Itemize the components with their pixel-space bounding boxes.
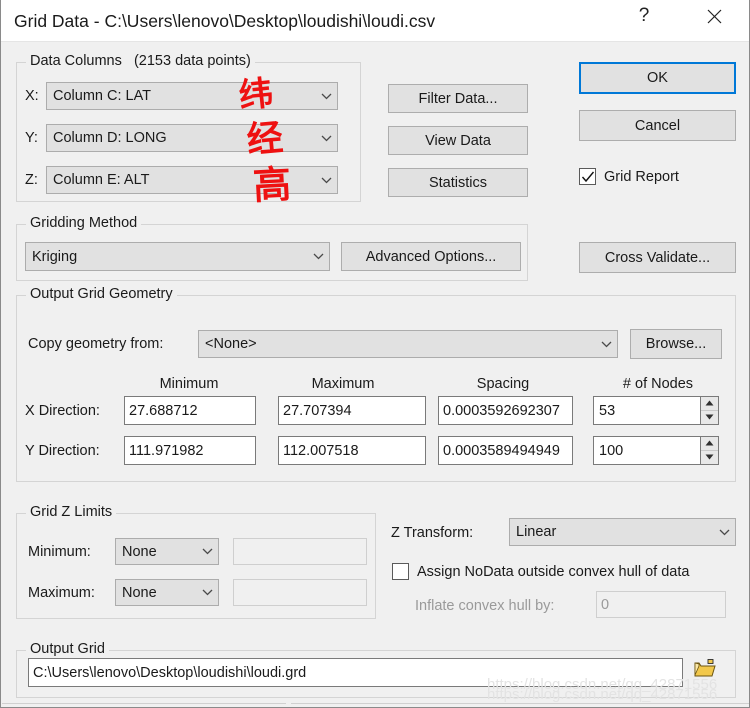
grid-report-checkbox[interactable]: Grid Report xyxy=(579,168,679,185)
z-maximum-label: Maximum: xyxy=(28,585,95,601)
chevron-down-icon xyxy=(315,177,337,184)
grid-report-label: Grid Report xyxy=(604,168,679,185)
advanced-options-button[interactable]: Advanced Options... xyxy=(341,242,521,271)
ok-button[interactable]: OK xyxy=(579,62,736,94)
z-minimum-mode-value: None xyxy=(122,543,157,560)
window-title: Grid Data - C:\Users\lenovo\Desktop\loud… xyxy=(14,11,436,31)
column-header-nodes: # of Nodes xyxy=(622,376,694,392)
gridding-method-value: Kriging xyxy=(32,248,78,265)
cancel-button[interactable]: Cancel xyxy=(579,110,736,141)
data-columns-group-title: Data Columns (2153 data points) xyxy=(26,53,255,69)
x-column-value: Column C: LAT xyxy=(53,88,152,104)
chevron-down-icon xyxy=(307,253,329,260)
x-column-label: X: xyxy=(25,88,39,104)
output-grid-group-title: Output Grid xyxy=(26,641,109,657)
z-maximum-value-input[interactable] xyxy=(233,579,367,606)
help-button[interactable]: ? xyxy=(621,0,667,32)
x-direction-label: X Direction: xyxy=(25,403,100,419)
y-column-value: Column D: LONG xyxy=(53,130,167,146)
chevron-down-icon xyxy=(713,529,735,536)
y-maximum-input[interactable]: 112.007518 xyxy=(278,436,426,465)
z-maximum-mode-value: None xyxy=(122,584,157,601)
copy-geometry-label: Copy geometry from: xyxy=(28,336,164,352)
chevron-down-icon xyxy=(315,93,337,100)
assign-nodata-checkbox-box[interactable] xyxy=(392,563,409,580)
y-spacing-input[interactable]: 0.0003589494949 xyxy=(438,436,573,465)
y-nodes-spin-buttons[interactable] xyxy=(700,436,719,465)
bottom-divider-right xyxy=(291,703,749,704)
z-transform-value: Linear xyxy=(516,524,557,540)
z-transform-label: Z Transform: xyxy=(391,525,474,541)
cross-validate-button[interactable]: Cross Validate... xyxy=(579,242,736,273)
caret-up-icon xyxy=(705,400,714,406)
z-column-combo[interactable]: Column E: ALT xyxy=(46,166,338,194)
caret-down-icon xyxy=(705,454,714,460)
caret-up-icon xyxy=(705,440,714,446)
gridding-method-combo[interactable]: Kriging xyxy=(25,242,330,271)
z-minimum-mode-combo[interactable]: None xyxy=(115,538,219,565)
z-minimum-label: Minimum: xyxy=(28,544,91,560)
column-header-maximum: Maximum xyxy=(311,376,375,392)
x-nodes-spin-buttons[interactable] xyxy=(700,396,719,425)
inflate-convex-hull-input[interactable]: 0 xyxy=(596,591,726,618)
y-column-combo[interactable]: Column D: LONG xyxy=(46,124,338,152)
watermark-text-lower: https://blog.csdn.net/qq_42871556 xyxy=(487,686,718,703)
y-nodes-spin-up[interactable] xyxy=(701,437,718,451)
close-icon xyxy=(707,9,722,24)
x-maximum-input[interactable]: 27.707394 xyxy=(278,396,426,425)
bottom-divider-left xyxy=(2,703,286,704)
y-nodes-spin-down[interactable] xyxy=(701,450,718,464)
z-column-value: Column E: ALT xyxy=(53,172,150,188)
data-point-count: (2153 data points) xyxy=(133,53,251,69)
view-data-button[interactable]: View Data xyxy=(388,126,528,155)
inflate-convex-hull-label: Inflate convex hull by: xyxy=(415,598,555,614)
x-nodes-input[interactable]: 53 xyxy=(593,396,700,425)
column-header-minimum: Minimum xyxy=(159,376,219,392)
chevron-down-icon xyxy=(196,548,218,555)
assign-nodata-label: Assign NoData outside convex hull of dat… xyxy=(417,563,690,580)
x-minimum-input[interactable]: 27.688712 xyxy=(124,396,256,425)
chevron-down-icon xyxy=(196,589,218,596)
statistics-button[interactable]: Statistics xyxy=(388,168,528,197)
column-header-spacing: Spacing xyxy=(476,376,530,392)
z-minimum-value-input[interactable] xyxy=(233,538,367,565)
chevron-down-icon xyxy=(595,341,617,348)
grid-data-dialog: Grid Data - C:\Users\lenovo\Desktop\loud… xyxy=(0,0,750,708)
gridding-method-group-title: Gridding Method xyxy=(26,215,142,231)
y-minimum-input[interactable]: 111.971982 xyxy=(124,436,256,465)
output-grid-geometry-group-title: Output Grid Geometry xyxy=(26,286,177,302)
filter-data-button[interactable]: Filter Data... xyxy=(388,84,528,113)
caret-down-icon xyxy=(705,414,714,420)
y-direction-label: Y Direction: xyxy=(25,443,100,459)
copy-geometry-combo[interactable]: <None> xyxy=(198,330,618,358)
y-nodes-stepper[interactable]: 100 xyxy=(593,436,719,465)
x-nodes-stepper[interactable]: 53 xyxy=(593,396,719,425)
x-nodes-spin-down[interactable] xyxy=(701,410,718,424)
z-column-label: Z: xyxy=(25,172,38,188)
chevron-down-icon xyxy=(315,135,337,142)
close-button[interactable] xyxy=(691,0,737,32)
copy-geometry-value: <None> xyxy=(205,336,257,352)
browse-geometry-button[interactable]: Browse... xyxy=(630,329,722,359)
x-nodes-spin-up[interactable] xyxy=(701,397,718,411)
y-column-label: Y: xyxy=(25,130,38,146)
z-transform-combo[interactable]: Linear xyxy=(509,518,736,546)
x-column-combo[interactable]: Column C: LAT xyxy=(46,82,338,110)
assign-nodata-checkbox[interactable]: Assign NoData outside convex hull of dat… xyxy=(392,563,689,580)
grid-z-limits-group-title: Grid Z Limits xyxy=(26,504,117,520)
grid-report-checkbox-box[interactable] xyxy=(579,168,596,185)
check-icon xyxy=(581,171,595,183)
x-spacing-input[interactable]: 0.0003592692307 xyxy=(438,396,573,425)
z-maximum-mode-combo[interactable]: None xyxy=(115,579,219,606)
title-bar: Grid Data - C:\Users\lenovo\Desktop\loud… xyxy=(1,0,749,42)
y-nodes-input[interactable]: 100 xyxy=(593,436,700,465)
